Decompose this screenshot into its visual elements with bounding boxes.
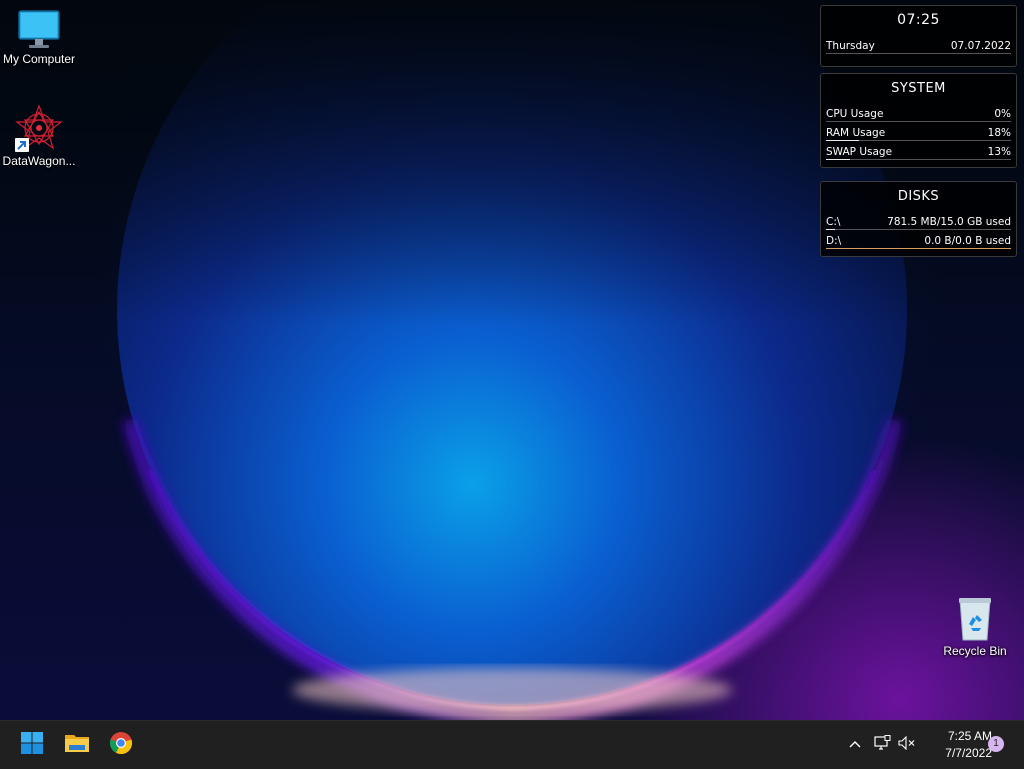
- taskbar-clock[interactable]: 7:25 AM 7/7/2022: [920, 728, 992, 762]
- file-explorer-icon: [64, 732, 90, 759]
- widget-title: SYSTEM: [891, 81, 946, 96]
- windows-start-icon: [20, 731, 44, 760]
- file-explorer-button[interactable]: [57, 725, 97, 765]
- desktop-icon-label: Recycle Bin: [943, 644, 1007, 658]
- row-label: C:\: [826, 215, 841, 228]
- notification-badge[interactable]: 1: [988, 736, 1004, 752]
- desktop-icon-my-computer[interactable]: My Computer: [0, 8, 78, 66]
- disk-row-d: D:\ 0.0 B/0.0 B used: [821, 231, 1016, 250]
- chrome-button[interactable]: [101, 725, 141, 765]
- divider: [826, 53, 1011, 54]
- taskbar: 7:25 AM 7/7/2022: [0, 720, 1024, 769]
- network-icon: [873, 734, 891, 756]
- row-value: 0%: [994, 107, 1011, 120]
- taskbar-date: 7/7/2022: [945, 746, 992, 760]
- widget-clock-date: 07.07.2022: [950, 39, 1011, 52]
- row-value: 18%: [987, 126, 1011, 139]
- desktop-icon-label: DataWagon...: [2, 154, 76, 168]
- row-value: 0.0 B/0.0 B used: [924, 234, 1011, 247]
- datawagon-icon: [15, 104, 63, 152]
- usage-bar: [826, 159, 1011, 160]
- widget-title: DISKS: [897, 189, 940, 204]
- row-value: 13%: [987, 145, 1011, 158]
- system-widget: SYSTEM CPU Usage 0% RAM Usage 18% SWAP U…: [820, 73, 1017, 168]
- widget-clock-day: Thursday: [826, 39, 875, 52]
- usage-bar: [826, 248, 1011, 249]
- disk-row-c: C:\ 781.5 MB/15.0 GB used: [821, 212, 1016, 231]
- usage-bar: [826, 140, 1011, 141]
- usage-bar: [826, 121, 1011, 122]
- row-label: SWAP Usage: [826, 145, 893, 158]
- taskbar-time: 7:25 AM: [947, 729, 992, 743]
- chrome-icon: [109, 731, 133, 760]
- row-label: D:\: [826, 234, 842, 247]
- recycle-bin-icon: [955, 596, 995, 642]
- desktop-icon-label: My Computer: [2, 52, 76, 66]
- system-row-cpu: CPU Usage 0%: [821, 104, 1016, 123]
- system-row-swap: SWAP Usage 13%: [821, 142, 1016, 161]
- chevron-up-icon: [848, 736, 862, 754]
- volume-button[interactable]: [895, 721, 919, 769]
- row-value: 781.5 MB/15.0 GB used: [887, 215, 1011, 228]
- network-button[interactable]: [870, 721, 894, 769]
- volume-muted-icon: [898, 735, 916, 755]
- disks-widget: DISKS C:\ 781.5 MB/15.0 GB used D:\ 0.0 …: [820, 181, 1017, 257]
- monitor-icon: [17, 8, 61, 50]
- start-button[interactable]: [12, 725, 52, 765]
- system-row-ram: RAM Usage 18%: [821, 123, 1016, 142]
- usage-bar: [826, 229, 1011, 230]
- desktop-icon-datawagon[interactable]: DataWagon...: [0, 104, 78, 168]
- widget-date-row: Thursday 07.07.2022: [821, 36, 1016, 55]
- row-label: RAM Usage: [826, 126, 886, 139]
- widget-clock-time: 07:25: [897, 12, 940, 28]
- clock-widget: 07:25 Thursday 07.07.2022: [820, 5, 1017, 67]
- row-label: CPU Usage: [826, 107, 884, 120]
- shortcut-arrow-icon: [15, 138, 29, 152]
- desktop-icon-recycle-bin[interactable]: Recycle Bin: [936, 596, 1014, 658]
- show-hidden-icons-button[interactable]: [844, 721, 866, 769]
